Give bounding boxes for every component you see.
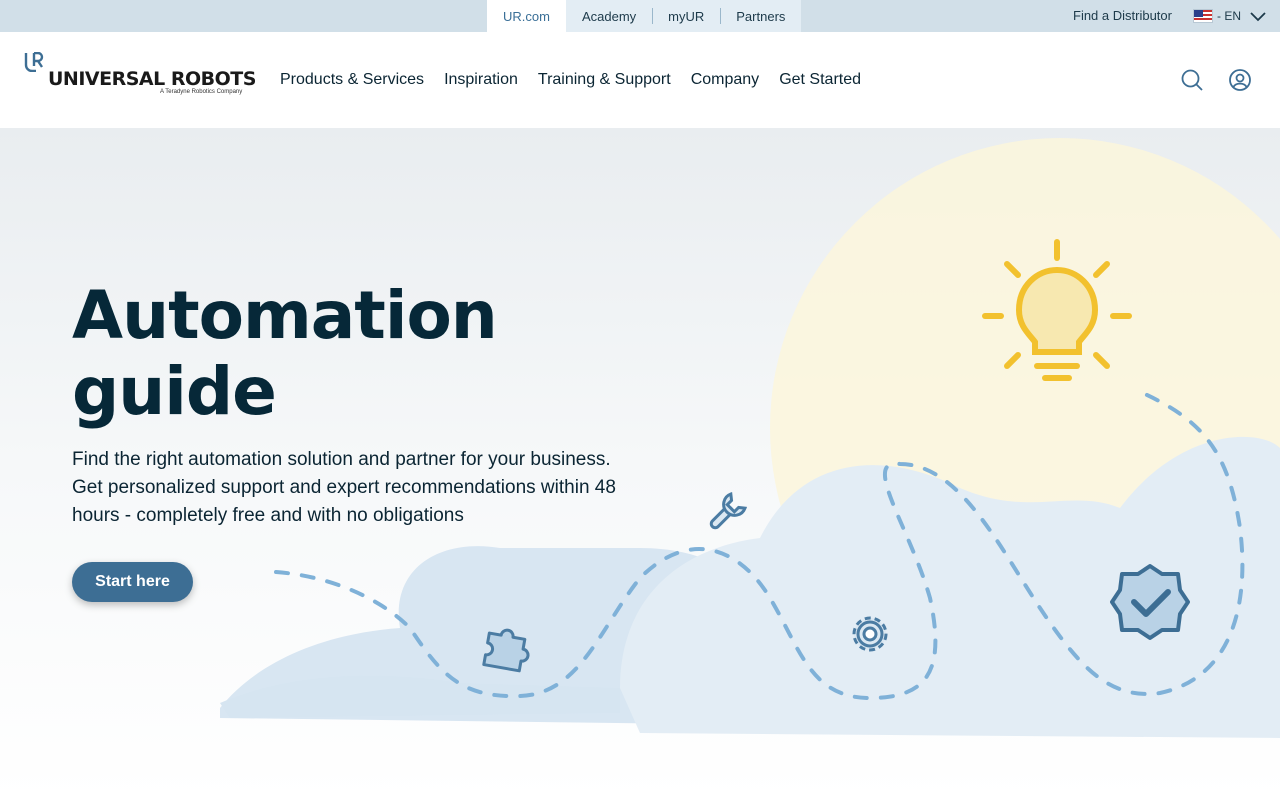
chevron-down-icon <box>1250 12 1266 22</box>
gear-icon <box>852 616 888 652</box>
nav-training-support[interactable]: Training & Support <box>538 71 671 89</box>
hero-description: Find the right automation solution and p… <box>72 449 616 526</box>
site-link-academy[interactable]: Academy <box>565 0 653 32</box>
main-header: UNIVERSAL ROBOTS A Teradyne Robotics Com… <box>0 32 1280 128</box>
main-nav: Products & Services Inspiration Training… <box>280 32 861 128</box>
utility-bar: UR.com Academy myUR Partners Find a Dist… <box>0 0 1280 32</box>
site-link-partners[interactable]: Partners <box>720 0 802 32</box>
language-selector[interactable]: - EN <box>1193 8 1267 24</box>
account-icon[interactable] <box>1228 68 1252 92</box>
wrench-icon <box>709 491 748 530</box>
hero-title-line-2: guide <box>72 353 277 430</box>
verified-badge-icon <box>1110 564 1190 640</box>
language-label: - EN <box>1217 9 1241 23</box>
start-here-button[interactable]: Start here <box>72 562 193 602</box>
site-link-ur-com[interactable]: UR.com <box>487 0 566 32</box>
hero-title: Automation guide <box>72 278 672 430</box>
search-icon[interactable] <box>1180 68 1204 92</box>
hero-section: Automation guide Find the right automati… <box>0 128 1280 800</box>
logo-wordmark: UNIVERSAL ROBOTS <box>48 68 256 90</box>
universal-robots-logo[interactable]: UNIVERSAL ROBOTS A Teradyne Robotics Com… <box>24 52 256 100</box>
hero-title-line-1: Automation <box>72 277 498 354</box>
logo-tagline: A Teradyne Robotics Company <box>160 89 243 95</box>
nav-get-started[interactable]: Get Started <box>779 71 861 89</box>
find-distributor-link[interactable]: Find a Distributor <box>1073 0 1172 32</box>
ur-logo-icon <box>24 52 44 72</box>
us-flag-icon <box>1193 9 1213 23</box>
nav-company[interactable]: Company <box>691 71 759 89</box>
site-link-myur[interactable]: myUR <box>652 0 721 32</box>
nav-inspiration[interactable]: Inspiration <box>444 71 518 89</box>
nav-products-services[interactable]: Products & Services <box>280 71 424 89</box>
site-switcher: UR.com Academy myUR Partners <box>487 0 802 32</box>
